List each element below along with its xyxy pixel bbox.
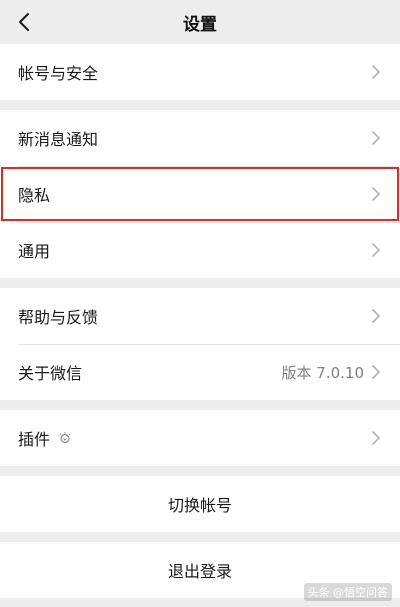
group-account: 帐号与安全: [0, 44, 400, 100]
row-general[interactable]: 通用: [0, 222, 400, 278]
row-account-security[interactable]: 帐号与安全: [0, 44, 400, 100]
chevron-right-icon: [372, 430, 382, 446]
row-about-wechat[interactable]: 关于微信 版本 7.0.10: [0, 344, 400, 400]
chevron-right-icon: [372, 186, 382, 202]
watermark: 头条 @悟空问答: [303, 583, 392, 601]
row-new-message-notify[interactable]: 新消息通知: [0, 110, 400, 166]
group-plugins: 插件: [0, 410, 400, 466]
row-label: 隐私: [18, 186, 51, 205]
version-value: 版本 7.0.10: [281, 363, 364, 382]
row-label: 通用: [18, 242, 51, 261]
row-label: 帮助与反馈: [18, 308, 99, 327]
chevron-right-icon: [372, 64, 382, 80]
chevron-right-icon: [372, 308, 382, 324]
row-label: 新消息通知: [18, 130, 99, 149]
group-notifications: 新消息通知 隐私 通用: [0, 110, 400, 278]
row-label: 插件: [18, 430, 51, 449]
row-label: 关于微信: [18, 364, 83, 383]
bulb-icon: [58, 431, 72, 445]
row-plugins[interactable]: 插件: [0, 410, 400, 466]
switch-account-button[interactable]: 切换帐号: [0, 476, 400, 532]
row-label: 帐号与安全: [18, 64, 99, 83]
chevron-right-icon: [372, 130, 382, 146]
group-help-about: 帮助与反馈 关于微信 版本 7.0.10: [0, 288, 400, 400]
row-privacy[interactable]: 隐私: [0, 166, 400, 222]
chevron-right-icon: [372, 242, 382, 258]
row-help-feedback[interactable]: 帮助与反馈: [0, 288, 400, 344]
page-title: 设置: [183, 14, 217, 35]
nav-bar: 设置: [0, 0, 400, 44]
chevron-right-icon: [372, 364, 382, 380]
